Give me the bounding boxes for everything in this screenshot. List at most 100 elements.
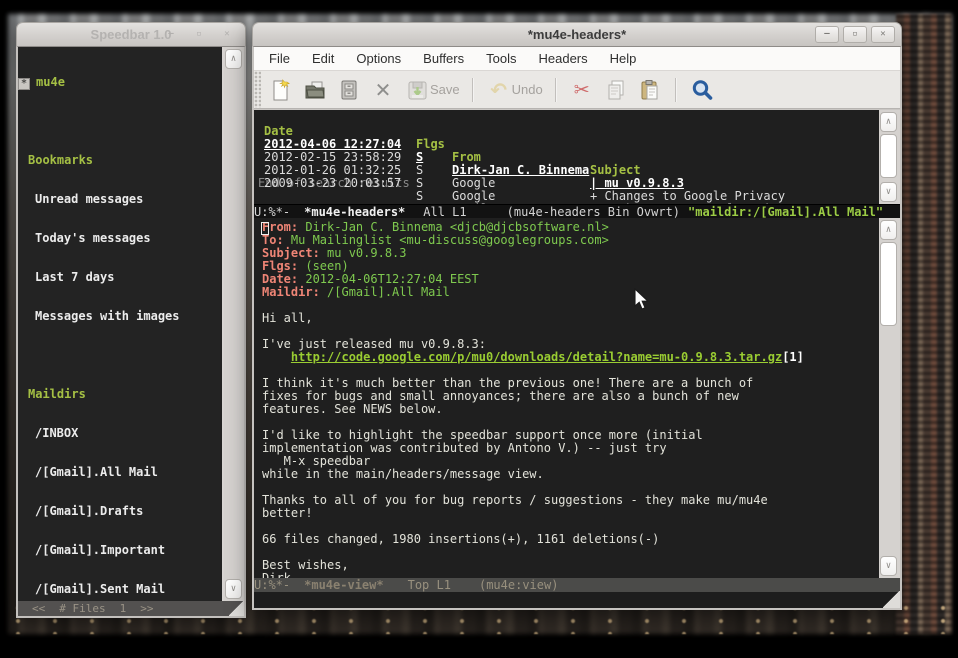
cell-date: 2009-03-23 20:03:57 <box>264 177 401 190</box>
message-body-after-link: I think it's much better than the previo… <box>262 376 768 578</box>
modeline-prefix: U:%*- <box>254 578 290 592</box>
scroll-down-icon[interactable]: ∨ <box>225 579 242 599</box>
speedbar-status-prev[interactable]: << <box>32 602 45 615</box>
maximize-icon[interactable]: ▫ <box>843 26 867 43</box>
modeline-position: All L1 <box>423 205 466 219</box>
clipboard-icon <box>638 78 662 102</box>
table-row[interactable]: 2009-03-23 20:03:57 S Gmail Team | Gmail… <box>254 164 879 177</box>
speedbar-status-label: # Files <box>59 602 105 615</box>
speedbar-scrollbar[interactable]: ∧ ∨ <box>224 47 244 601</box>
field-flags-label: Flgs <box>262 259 291 273</box>
download-link[interactable]: http://code.google.com/p/mu0/downloads/d… <box>291 350 782 364</box>
message-body: Hi all, I've just released mu v0.9.8.3: … <box>262 312 879 578</box>
sidebar-item-unread-messages[interactable]: Unread messages <box>22 193 222 206</box>
speedbar-section-bookmarks: Bookmarks <box>22 154 222 167</box>
field-maildir-value: /[Gmail].All Mail <box>327 285 450 299</box>
menu-help[interactable]: Help <box>599 51 648 66</box>
minimize-icon[interactable]: – <box>159 26 183 43</box>
table-row[interactable]: 2012-02-15 23:58:29 S Google + Changes t… <box>254 138 879 151</box>
undo-button[interactable]: ↶ <box>482 75 516 105</box>
sidebar-item-all-mail[interactable]: /[Gmail].All Mail <box>22 466 222 479</box>
undo-button-label: Undo <box>512 82 543 97</box>
scrollbar-thumb[interactable] <box>880 134 897 178</box>
table-row[interactable]: 2012-01-26 01:32:25 S Google \ Changes t… <box>254 151 879 164</box>
cell-flags: S <box>416 190 423 203</box>
sidebar-item-drafts[interactable]: /[Gmail].Drafts <box>22 505 222 518</box>
maximize-icon[interactable]: ▫ <box>187 26 211 43</box>
speedbar-frame: * mu4e Bookmarks Unread messages Today's … <box>16 46 246 618</box>
scroll-up-icon[interactable]: ∧ <box>880 112 897 132</box>
menu-headers[interactable]: Headers <box>527 51 598 66</box>
speedbar-expand-button[interactable]: * <box>18 78 30 90</box>
modeline-mu4e-headers: U:%*-*mu4e-headers*All L1(mu4e-headers B… <box>254 204 900 218</box>
echo-area <box>254 592 900 608</box>
copy-button[interactable] <box>599 75 633 105</box>
speedbar-status-next[interactable]: >> <box>140 602 153 615</box>
menu-edit[interactable]: Edit <box>301 51 345 66</box>
window-resize-grip[interactable] <box>883 591 900 608</box>
close-x-icon: ✕ <box>375 78 392 102</box>
open-folder-icon <box>303 78 327 102</box>
speedbar-titlebar[interactable]: Speedbar 1.0 – ▫ ✕ <box>16 22 246 46</box>
headers-column-row: Date Flgs From Subject <box>254 112 879 125</box>
speedbar-statusbar: << # Files 1 >> <box>18 601 244 616</box>
kill-buffer-button[interactable]: ✕ <box>366 75 400 105</box>
undo-arrow-icon: ↶ <box>490 78 507 102</box>
mu4e-headers-pane: Date Flgs From Subject 2012-04-06 12:27:… <box>254 110 879 204</box>
search-button[interactable] <box>685 75 719 105</box>
menu-tools[interactable]: Tools <box>475 51 527 66</box>
scroll-down-icon[interactable]: ∨ <box>880 182 897 202</box>
sidebar-item-important[interactable]: /[Gmail].Important <box>22 544 222 557</box>
view-scrollbar[interactable]: ∧ ∨ <box>879 218 900 578</box>
sidebar-item-sent-mail[interactable]: /[Gmail].Sent Mail <box>22 583 222 596</box>
toolbar: ✕ Save ↶ Undo ✂ <box>254 71 900 109</box>
field-from-value: Dirk-Jan C. Binnema <djcb@djcbsoftware.n… <box>305 220 608 234</box>
file-cabinet-icon <box>337 78 361 102</box>
dired-button[interactable] <box>332 75 366 105</box>
modeline-modes: (mu4e-headers Bin Ovwrt) <box>507 205 680 219</box>
minimize-icon[interactable]: – <box>815 26 839 43</box>
menubar: File Edit Options Buffers Tools Headers … <box>254 47 900 71</box>
sidebar-item-inbox[interactable]: /INBOX <box>22 427 222 440</box>
headers-scrollbar[interactable]: ∧ ∨ <box>879 110 900 204</box>
cut-button[interactable]: ✂ <box>565 75 599 105</box>
field-flags-value: (seen) <box>305 259 348 273</box>
field-date-label: Date <box>262 272 291 286</box>
field-to-label: To <box>262 233 276 247</box>
scroll-up-icon[interactable]: ∧ <box>880 220 897 240</box>
toolbar-separator <box>555 78 557 102</box>
table-row-selected[interactable]: 2012-04-06 12:27:04 S Dirk-Jan C. Binnem… <box>254 125 879 138</box>
modeline-buffer-name: *mu4e-view* <box>304 578 383 592</box>
scroll-up-icon[interactable]: ∧ <box>225 49 242 69</box>
open-file-button[interactable] <box>298 75 332 105</box>
mouse-cursor <box>633 288 651 312</box>
scroll-down-icon[interactable]: ∨ <box>880 556 897 576</box>
close-icon[interactable]: ✕ <box>871 26 895 43</box>
sidebar-item-todays-messages[interactable]: Today's messages <box>22 232 222 245</box>
desktop-wallpaper-buildings <box>896 14 952 634</box>
toolbar-separator <box>675 78 677 102</box>
menu-file[interactable]: File <box>258 51 301 66</box>
speedbar-resize-grip[interactable] <box>229 601 244 616</box>
toolbar-separator <box>472 78 474 102</box>
page-title: *mu4e-headers* <box>253 27 901 42</box>
modeline-mu4e-view: U:%*-*mu4e-view*Top L1(mu4e:view) <box>254 578 900 592</box>
save-disk-icon <box>405 78 429 102</box>
speedbar-content: * mu4e Bookmarks Unread messages Today's … <box>18 47 222 601</box>
menu-options[interactable]: Options <box>345 51 412 66</box>
sidebar-item-messages-with-images[interactable]: Messages with images <box>22 310 222 323</box>
emacs-window: *mu4e-headers* – ▫ ✕ File Edit Options B… <box>252 22 902 610</box>
speedbar-root-mu4e[interactable]: mu4e <box>36 75 65 89</box>
emacs-titlebar[interactable]: *mu4e-headers* – ▫ ✕ <box>252 22 902 46</box>
new-file-button[interactable] <box>264 75 298 105</box>
scrollbar-thumb[interactable] <box>880 242 897 326</box>
save-button[interactable] <box>400 75 434 105</box>
sidebar-item-last-7-days[interactable]: Last 7 days <box>22 271 222 284</box>
paste-button[interactable] <box>633 75 667 105</box>
modeline-modes: (mu4e:view) <box>479 578 558 592</box>
field-date-value: 2012-04-06T12:27:04 EEST <box>305 272 478 286</box>
close-icon[interactable]: ✕ <box>215 26 239 43</box>
speedbar-status-value: 1 <box>120 602 127 615</box>
emacs-frame: File Edit Options Buffers Tools Headers … <box>252 46 902 610</box>
menu-buffers[interactable]: Buffers <box>412 51 475 66</box>
